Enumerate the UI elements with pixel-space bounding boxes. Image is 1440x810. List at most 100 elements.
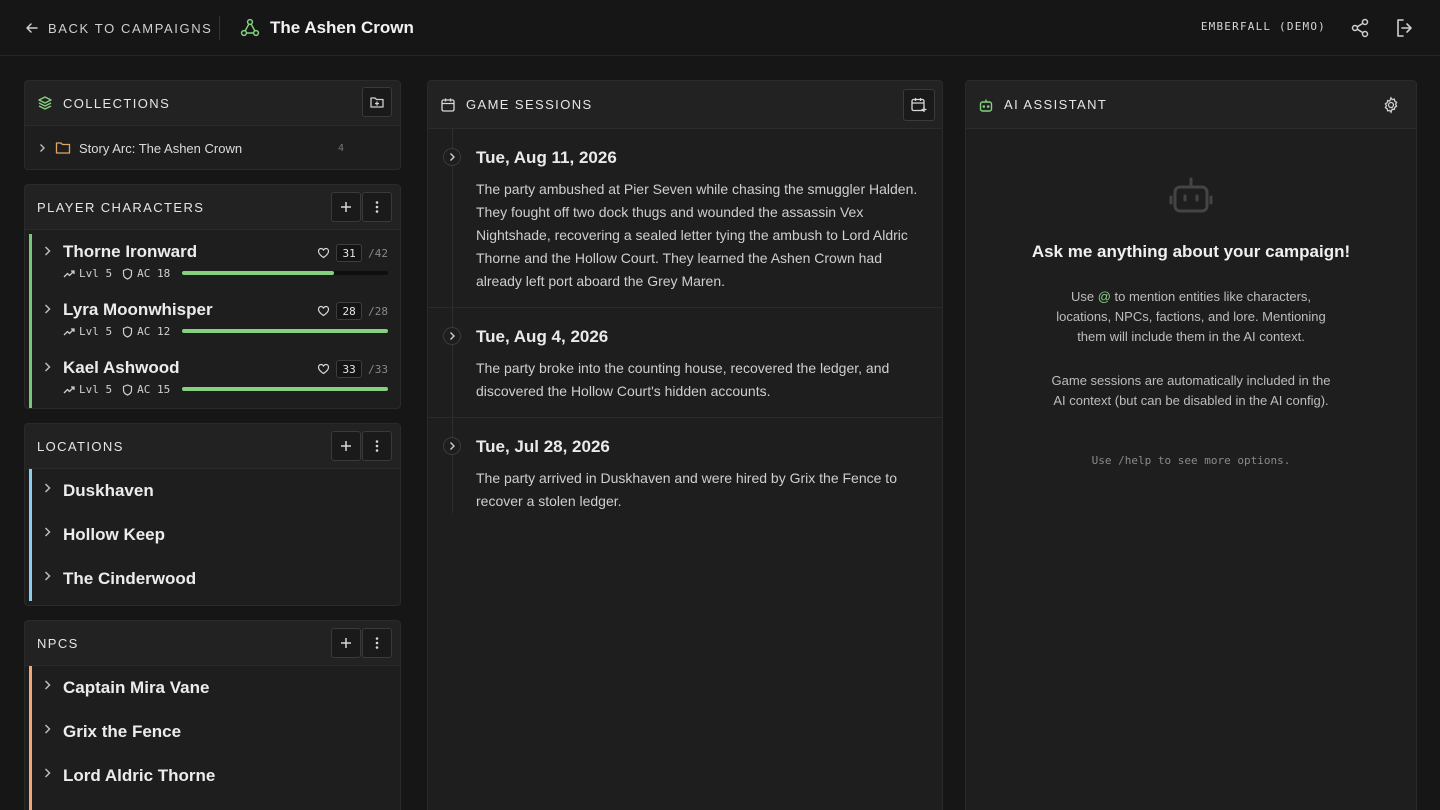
npc-row-partial — [29, 798, 400, 810]
chevron-right-icon[interactable] — [41, 482, 53, 494]
player-stats: Lvl 5 AC 12 — [63, 325, 170, 338]
collection-label: Story Arc: The Ashen Crown — [79, 140, 243, 156]
npcs-header: NPCS — [25, 621, 400, 666]
logout-icon[interactable] — [1394, 17, 1416, 39]
chevron-right-icon[interactable] — [41, 679, 53, 691]
locations-header: LOCATIONS — [25, 424, 400, 469]
npcs-panel: NPCS Captain Mira Vane Grix the Fence Lo… — [24, 620, 401, 810]
mention-prefix: Use — [1070, 289, 1098, 304]
plus-icon — [339, 636, 353, 650]
share-icon[interactable] — [1349, 17, 1371, 39]
session-entry[interactable]: Tue, Jul 28, 2026 The party arrived in D… — [428, 418, 942, 513]
player-ac: AC 12 — [137, 325, 171, 338]
location-row[interactable]: Hollow Keep — [29, 513, 400, 557]
mention-symbol: @ — [1097, 289, 1111, 304]
hp-bar-fill — [182, 271, 335, 275]
player-menu-button[interactable] — [362, 192, 392, 222]
trending-up-icon — [63, 384, 75, 396]
chevron-right-icon[interactable] — [41, 303, 53, 315]
collections-panel: COLLECTIONS Story Arc: The Ashen Crown 4 — [24, 80, 401, 170]
location-name: The Cinderwood — [63, 569, 197, 588]
player-stats: Lvl 5 AC 18 — [63, 267, 170, 280]
add-session-button[interactable] — [903, 89, 935, 121]
npc-list: Captain Mira Vane Grix the Fence Lord Al… — [25, 666, 400, 810]
player-hp: 28 /28 — [317, 302, 388, 320]
hp-bar — [182, 387, 388, 391]
shield-icon — [122, 325, 133, 338]
location-list: Duskhaven Hollow Keep The Cinderwood — [25, 469, 400, 601]
ai-bot-illustration — [966, 175, 1416, 220]
session-entry[interactable]: Tue, Aug 4, 2026 The party broke into th… — [428, 308, 942, 418]
calendar-plus-icon — [910, 96, 928, 114]
back-to-campaigns-link[interactable]: BACK TO CAMPAIGNS — [24, 18, 212, 38]
player-ac: AC 15 — [137, 383, 171, 396]
player-characters-panel: PLAYER CHARACTERS Thorne Ironward Lvl 5 … — [24, 184, 401, 409]
player-row[interactable]: Kael Ashwood Lvl 5 AC 15 33 /33 — [29, 350, 400, 408]
settings-gear-icon[interactable] — [1382, 96, 1400, 114]
player-list: Thorne Ironward Lvl 5 AC 18 31 /42 Lyra … — [25, 230, 400, 408]
player-row[interactable]: Lyra Moonwhisper Lvl 5 AC 12 28 /28 — [29, 292, 400, 350]
npc-row[interactable]: Grix the Fence — [29, 710, 400, 754]
chevron-right-icon[interactable] — [41, 570, 53, 582]
session-date: Tue, Aug 11, 2026 — [476, 148, 617, 167]
location-name: Hollow Keep — [63, 525, 166, 544]
ai-mention-tip: Use @ to mention entities like character… — [966, 287, 1416, 347]
location-menu-button[interactable] — [362, 431, 392, 461]
timeline-line — [452, 418, 453, 513]
calendar-icon — [440, 97, 456, 113]
new-collection-button[interactable] — [362, 87, 392, 117]
ai-assistant-title: AI ASSISTANT — [1004, 97, 1108, 112]
workspace-label[interactable]: EMBERFALL (DEMO) — [1201, 20, 1326, 33]
shield-icon — [122, 383, 133, 396]
npc-row[interactable]: Captain Mira Vane — [29, 666, 400, 710]
session-entry[interactable]: Tue, Aug 11, 2026 The party ambushed at … — [428, 129, 942, 308]
game-sessions-header: GAME SESSIONS — [428, 81, 942, 129]
collection-item[interactable]: Story Arc: The Ashen Crown 4 — [25, 126, 400, 169]
location-row[interactable]: Duskhaven — [29, 469, 400, 513]
player-hp: 31 /42 — [317, 244, 388, 262]
ai-sessions-note: Game sessions are automatically included… — [1051, 373, 1331, 408]
player-characters-title: PLAYER CHARACTERS — [37, 199, 205, 215]
location-row[interactable]: The Cinderwood — [29, 557, 400, 601]
npc-name: Grix the Fence — [63, 722, 182, 741]
heart-icon — [317, 247, 330, 259]
add-npc-button[interactable] — [331, 628, 361, 658]
chevron-right-icon[interactable] — [41, 526, 53, 538]
player-row[interactable]: Thorne Ironward Lvl 5 AC 18 31 /42 — [29, 234, 400, 292]
player-level: Lvl 5 — [79, 267, 113, 280]
campaign-name: The Ashen Crown — [270, 18, 414, 37]
ai-assistant-panel: AI ASSISTANT Ask me anything about your … — [965, 80, 1417, 810]
campaign-title: The Ashen Crown — [240, 16, 414, 40]
chevron-right-icon[interactable] — [41, 245, 53, 257]
chevron-right-icon[interactable] — [443, 327, 461, 345]
hp-current-input[interactable]: 28 — [336, 302, 363, 320]
location-name: Duskhaven — [63, 481, 154, 500]
ai-heading: Ask me anything about your campaign! — [1031, 242, 1351, 261]
hp-current-input[interactable]: 31 — [336, 244, 363, 262]
session-date: Tue, Aug 4, 2026 — [476, 327, 609, 346]
heart-icon — [317, 305, 330, 317]
bot-large-icon — [1169, 175, 1213, 215]
hp-bar-fill — [182, 387, 388, 391]
player-name: Kael Ashwood — [63, 358, 180, 377]
locations-panel: LOCATIONS Duskhaven Hollow Keep The Cind… — [24, 423, 401, 606]
add-player-button[interactable] — [331, 192, 361, 222]
collection-count: 4 — [337, 142, 344, 154]
layers-icon — [37, 95, 53, 111]
chevron-right-icon[interactable] — [443, 437, 461, 455]
hp-bar-fill — [182, 329, 388, 333]
session-summary: The party broke into the counting house,… — [476, 360, 890, 399]
chevron-right-icon — [37, 143, 47, 153]
hp-current-input[interactable]: 33 — [336, 360, 363, 378]
add-location-button[interactable] — [331, 431, 361, 461]
chevron-right-icon[interactable] — [41, 361, 53, 373]
chevron-right-icon[interactable] — [41, 723, 53, 735]
chevron-right-icon[interactable] — [443, 148, 461, 166]
hp-max: /28 — [368, 304, 388, 318]
chevron-right-icon[interactable] — [41, 767, 53, 779]
more-vertical-icon — [370, 439, 384, 453]
npc-row[interactable]: Lord Aldric Thorne — [29, 754, 400, 798]
npc-name: Lord Aldric Thorne — [63, 766, 216, 785]
npc-menu-button[interactable] — [362, 628, 392, 658]
heart-icon — [317, 363, 330, 375]
